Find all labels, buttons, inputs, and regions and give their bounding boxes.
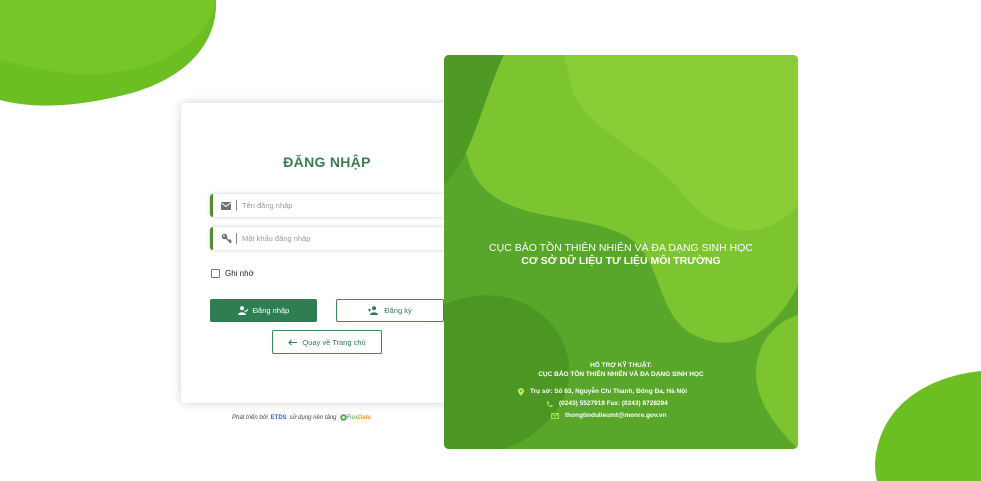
email-text[interactable]: thongtindulieumt@monre.gov.vn [565,410,667,422]
panel-org-title: CỤC BẢO TỒN THIÊN NHIÊN VÀ ĐA DẠNG SINH … [489,242,753,254]
field-separator [236,233,237,244]
login-button[interactable]: Đăng nhập [210,299,317,322]
phone-icon [546,401,553,408]
footer-credits: Phát triển bởi ETDS sử dụng nền tảng Fle… [232,414,371,421]
remember-me[interactable]: Ghi nhớ [211,269,254,278]
back-home-label: Quay về Trang chủ [302,337,366,347]
email-row: thongtindulieumt@monre.gov.vn [518,410,687,422]
support-org: CỤC BẢO TỒN THIÊN NHIÊN VÀ ĐA DẠNG SINH … [538,371,704,378]
username-field[interactable] [210,194,445,217]
developed-by-text: Phát triển bởi [232,414,268,421]
register-button[interactable]: Đăng ký [336,299,444,322]
login-page: ĐĂNG NHẬP Ghi nhớ Đăng nhập [0,0,981,481]
flexdata-logo-icon [339,414,347,421]
address-text: Trụ sở: Số 83, Nguyễn Chí Thanh, Đống Đa… [530,388,688,395]
panel-system-title: CƠ SỞ DỮ LIỆU TƯ LIỆU MÔI TRƯỜNG [521,255,721,267]
password-input[interactable] [242,234,422,243]
field-separator [236,200,237,211]
info-panel: CỤC BẢO TỒN THIÊN NHIÊN VÀ ĐA DẠNG SINH … [444,55,798,449]
contact-info: Trụ sở: Số 83, Nguyễn Chí Thanh, Đống Đa… [518,386,687,422]
remember-checkbox[interactable] [211,269,220,278]
login-button-label: Đăng nhập [252,306,290,315]
back-home-button[interactable]: Quay về Trang chủ [272,330,382,354]
platform-logo-a: Flex [346,414,358,421]
login-card: ĐĂNG NHẬP Ghi nhớ Đăng nhập [181,103,473,403]
support-heading: HỖ TRỢ KỸ THUẬT: [590,362,652,369]
arrow-left-icon [288,339,298,346]
login-title: ĐĂNG NHẬP [283,154,371,170]
email-icon [551,413,559,419]
password-field[interactable] [210,227,445,250]
user-check-icon [237,306,248,315]
support-section: HỖ TRỢ KỸ THUẬT: CỤC BẢO TỒN THIÊN NHIÊN… [444,361,798,379]
platform-logo-b: Data [357,414,371,421]
platform-text: sử dụng nền tảng [289,414,337,421]
user-plus-icon [368,306,379,315]
decorative-blob-bottom-right [875,371,981,481]
developer-logo: ETDS [270,414,287,421]
phone-text: (0243) 5527919 Fax: (0243) 8728294 [559,400,668,407]
platform-logo: Flex Data [339,414,371,421]
decorative-blob-top-left [0,0,217,106]
username-input[interactable] [242,201,422,210]
key-icon [220,233,232,245]
location-pin-icon [518,388,524,396]
envelope-icon [220,200,232,212]
remember-label: Ghi nhớ [225,269,254,278]
register-button-label: Đăng ký [384,306,412,315]
address-row: Trụ sở: Số 83, Nguyễn Chí Thanh, Đống Đa… [518,386,687,398]
phone-row: (0243) 5527919 Fax: (0243) 8728294 [518,398,687,410]
